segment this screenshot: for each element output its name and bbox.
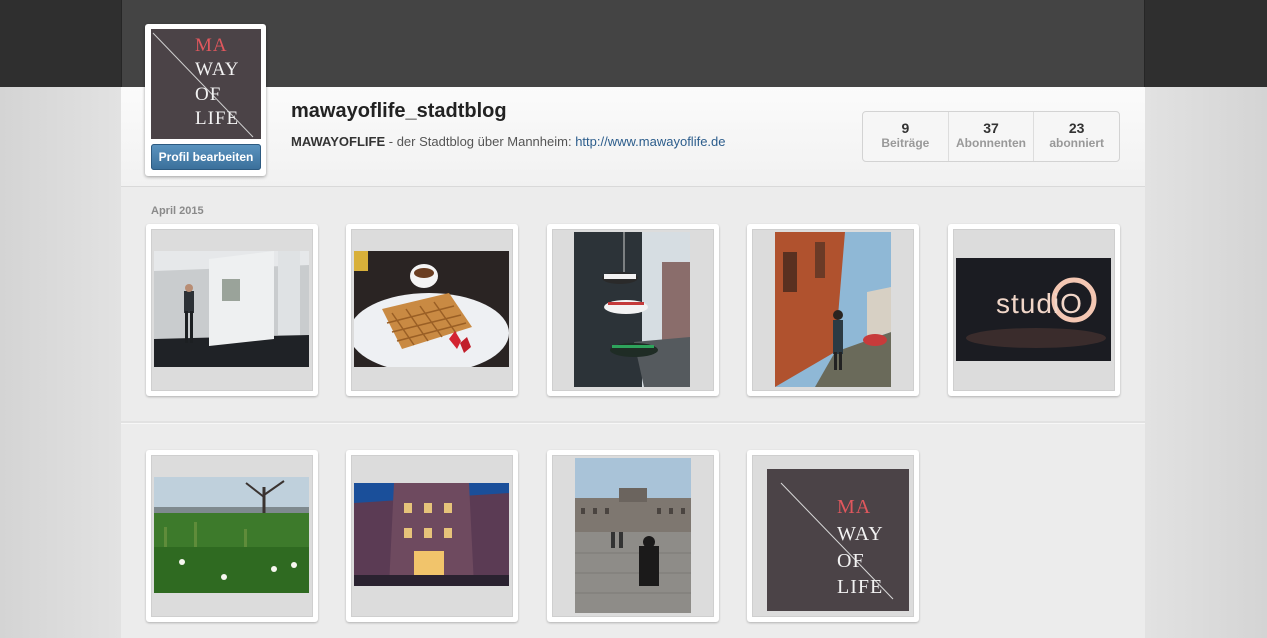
stat-posts-label: Beiträge xyxy=(881,136,930,150)
stat-posts-count: 9 xyxy=(901,120,910,136)
bio-text: - der Stadtblog über Mannheim: xyxy=(385,134,576,149)
bio-name: MAWAYOFLIFE xyxy=(291,134,386,149)
section-date-label: April 2015 xyxy=(151,205,204,217)
stat-followers-count: 37 xyxy=(983,120,999,136)
stat-following-label: abonniert xyxy=(1049,136,1105,150)
street-photo xyxy=(775,232,891,387)
stat-followers-label: Abonnenten xyxy=(956,136,1026,150)
palace-square-photo xyxy=(575,458,691,613)
avatar-card: MA WAY OF LIFE Profil bearbeiten xyxy=(145,24,266,176)
avatar-logo-line-3: OF xyxy=(195,84,222,105)
photo-tile[interactable]: studiO xyxy=(948,224,1120,396)
meadow-photo xyxy=(154,477,309,593)
bio-website-link[interactable]: http://www.mawayoflife.de xyxy=(575,134,725,149)
photo-tile[interactable]: MA WAY OF LIFE xyxy=(747,450,919,622)
logo-post-photo: MA WAY OF LIFE xyxy=(767,469,909,611)
gallery-photo xyxy=(154,251,309,367)
photo-tile[interactable] xyxy=(146,224,318,396)
stat-posts[interactable]: 9 Beiträge xyxy=(863,112,949,161)
top-bar-center-panel xyxy=(121,0,1145,87)
studio-neon-photo: studiO xyxy=(956,258,1111,361)
profile-stats: 9 Beiträge 37 Abonnenten 23 abonniert xyxy=(862,111,1120,162)
photo-tile[interactable] xyxy=(547,450,719,622)
photo-tile[interactable] xyxy=(346,450,518,622)
avatar-logo-line-1: MA xyxy=(195,35,228,56)
profile-bio: MAWAYOFLIFE - der Stadtblog über Mannhei… xyxy=(291,134,726,149)
sneakers-photo xyxy=(574,232,690,387)
avatar-logo-line-2: WAY xyxy=(195,59,240,80)
logo-post-line-4: LIFE xyxy=(837,576,884,598)
profile-username: mawayoflife_stadtblog xyxy=(291,100,507,122)
neon-sign-text: studiO xyxy=(996,288,1083,319)
photo-tile[interactable] xyxy=(146,450,318,622)
photo-tile[interactable] xyxy=(346,224,518,396)
page-background-left xyxy=(0,87,121,638)
stat-following-count: 23 xyxy=(1068,120,1085,136)
stat-followers[interactable]: 37 Abonnenten xyxy=(949,112,1035,161)
page-background-right xyxy=(1145,87,1267,638)
row-divider xyxy=(121,421,1145,424)
stat-following[interactable]: 23 abonniert xyxy=(1034,112,1119,161)
photo-tile[interactable] xyxy=(747,224,919,396)
logo-post-line-3: OF xyxy=(837,550,865,572)
building-night-photo xyxy=(354,483,509,586)
waffle-photo xyxy=(354,251,509,367)
avatar-logo-line-4: LIFE xyxy=(195,108,240,129)
avatar[interactable]: MA WAY OF LIFE xyxy=(151,29,261,139)
edit-profile-button[interactable]: Profil bearbeiten xyxy=(151,144,261,170)
logo-post-line-2: WAY xyxy=(837,523,884,545)
photo-tile[interactable] xyxy=(547,224,719,396)
logo-post-line-1: MA xyxy=(837,496,872,518)
